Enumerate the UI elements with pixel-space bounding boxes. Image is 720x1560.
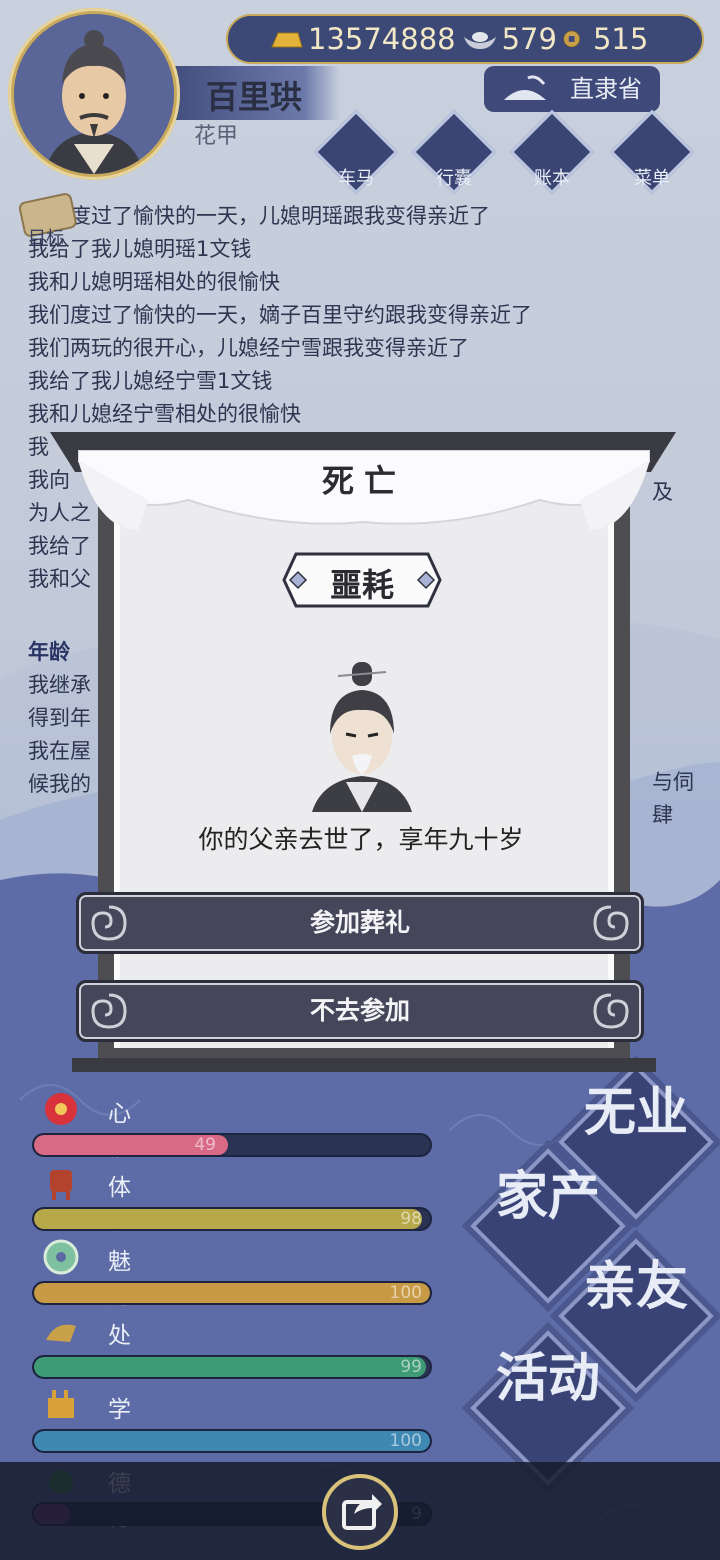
goal-label[interactable]: 目标 — [28, 224, 64, 250]
map-icon — [504, 75, 546, 100]
carriage-button[interactable]: 车马 — [313, 109, 399, 195]
region-name: 直隶省 — [570, 75, 642, 103]
stat-value: 49 — [194, 1135, 216, 1155]
next-year-button[interactable] — [322, 1474, 398, 1550]
stat-bar-worldliness: 99 — [32, 1355, 432, 1379]
death-message: 你的父亲去世了，享年九十岁 — [198, 825, 524, 854]
player-avatar[interactable] — [8, 8, 180, 180]
log-line: 我给了我儿媳经宁雪1文钱 — [28, 369, 273, 393]
stat-value: 100 — [389, 1283, 422, 1303]
jade-disc-icon — [43, 1239, 79, 1275]
attend-funeral-button[interactable]: 参加葬礼 — [76, 892, 644, 954]
stat-bar-fill — [34, 1209, 423, 1229]
stat-value: 100 — [389, 1431, 422, 1451]
stat-value: 98 — [400, 1209, 422, 1229]
stat-bar-knowledge: 100 — [32, 1429, 432, 1453]
tripod-cauldron-icon — [50, 1170, 72, 1200]
hand-fan-icon — [46, 1324, 76, 1342]
ledger-label: 账本 — [534, 168, 570, 189]
log-line: 我和儿媳明瑶相处的很愉快 — [28, 270, 280, 294]
dialog-base — [72, 1058, 656, 1072]
silver-ingot-icon — [463, 32, 496, 49]
log-line: 我们两玩的很开心，儿媳经宁雪跟我变得亲近了 — [28, 336, 469, 360]
share-arrow-icon — [342, 1494, 382, 1530]
gold-bar-icon — [271, 32, 303, 48]
stat-bar-physique: 98 — [32, 1207, 432, 1231]
player-age: 花甲 — [194, 124, 239, 149]
bag-button[interactable]: 行囊 — [411, 109, 497, 195]
copper-coin-icon — [563, 30, 580, 48]
stat-bar-fill — [34, 1283, 430, 1303]
bag-label: 行囊 — [436, 168, 472, 189]
game-screen: 百里珙 花甲 13574888 579 515 直隶省 车马 行囊 账本 菜单 … — [0, 0, 720, 1560]
attend-funeral-label: 参加葬礼 — [309, 908, 410, 937]
log-line: 我们度过了愉快的一天，儿媳明瑶跟我变得亲近了 — [28, 204, 490, 228]
dialog-title: 死亡 — [321, 462, 406, 500]
player-name: 百里珙 — [206, 78, 303, 116]
stat-value: 99 — [400, 1357, 422, 1377]
stat-bar-mood: 49 — [32, 1133, 432, 1157]
decline-funeral-button[interactable]: 不去参加 — [76, 980, 644, 1042]
gold-amount: 13574888 — [308, 22, 456, 56]
coin-amount: 515 — [592, 22, 649, 56]
player-portrait — [14, 14, 174, 174]
region-button[interactable]: 直隶省 — [484, 66, 660, 112]
log-line: 我给了我儿媳明瑶1文钱 — [28, 237, 252, 261]
menu-button[interactable]: 菜单 — [609, 109, 695, 195]
death-dialog: 死亡 噩耗 你的父亲去世了，享年九十岁 参加葬礼 不去参加 — [50, 432, 676, 1072]
currency-bar: 13574888 579 515 — [226, 14, 704, 64]
log-line: 我们度过了愉快的一天，嫡子百里守约跟我变得亲近了 — [28, 303, 532, 327]
carriage-label: 车马 — [338, 168, 374, 189]
decline-funeral-label: 不去参加 — [309, 996, 410, 1025]
ledger-button[interactable]: 账本 — [509, 109, 595, 195]
bad-news-tag: 噩耗 — [329, 566, 394, 604]
father-portrait — [312, 662, 412, 812]
log-line-fragment: 与伺 — [652, 770, 694, 794]
flower-icon — [45, 1093, 77, 1125]
stat-bar-fill — [34, 1431, 430, 1451]
stat-bar-charm: 100 — [32, 1281, 432, 1305]
book-stack-icon — [48, 1390, 74, 1418]
menu-label: 菜单 — [634, 168, 670, 189]
silver-amount: 579 — [501, 22, 557, 56]
log-line: 我和儿媳经宁雪相处的很愉快 — [28, 402, 301, 426]
stat-bar-fill — [34, 1357, 427, 1377]
